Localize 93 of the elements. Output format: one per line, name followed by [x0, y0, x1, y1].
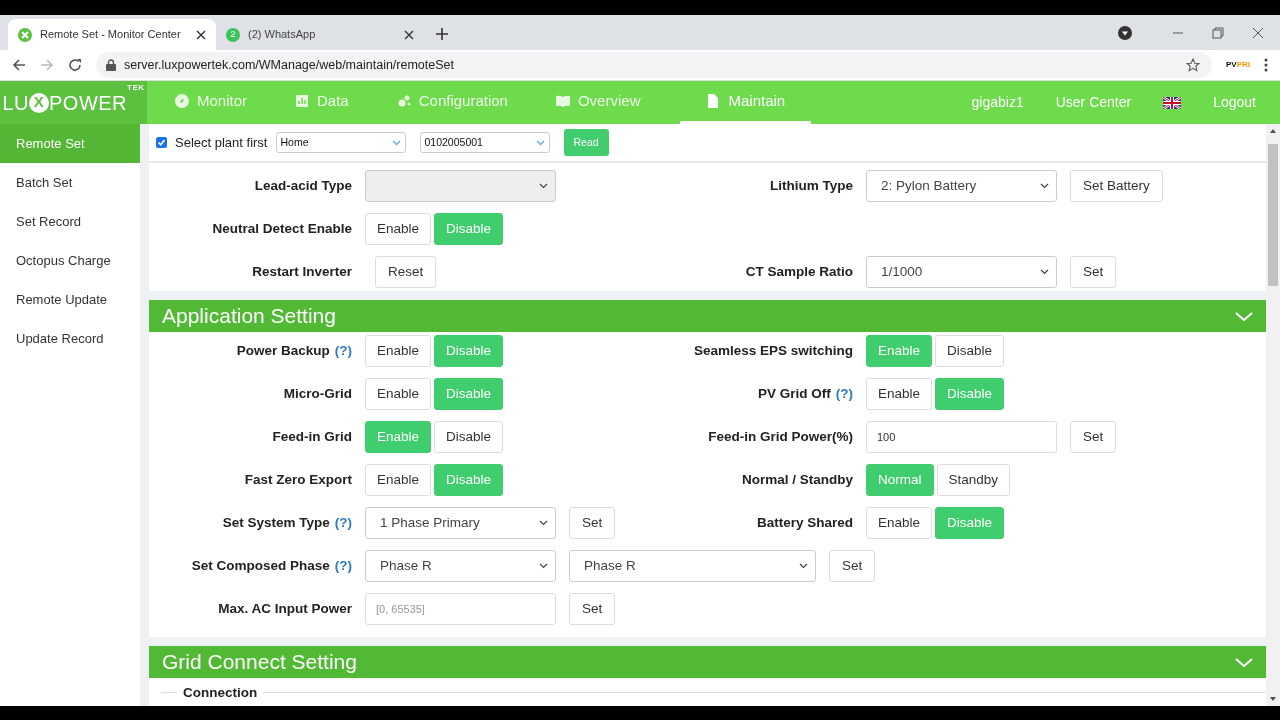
setting-label: Micro-Grid — [282, 384, 352, 403]
close-icon[interactable] — [196, 29, 206, 40]
help-link[interactable]: (?) — [334, 557, 352, 573]
close-icon[interactable] — [1252, 26, 1264, 39]
sidebar-item[interactable]: Batch Set — [0, 163, 140, 202]
setting-label: Restart Inverter — [251, 262, 352, 281]
set-button[interactable]: Set Battery — [1070, 170, 1163, 202]
extension-button[interactable]: PVPRI — [1226, 59, 1250, 71]
notification-badge: 2 — [226, 27, 240, 42]
setting-label: Lead-acid Type — [253, 176, 352, 195]
toggle-button[interactable]: Standby — [936, 464, 1011, 496]
chevron-down-icon — [391, 139, 401, 146]
browser-tab[interactable]: Remote Set - Monitor Center — [8, 19, 216, 50]
help-link[interactable]: (?) — [334, 342, 352, 358]
input-field[interactable]: [0, 65535] — [365, 593, 556, 625]
scrollbar-thumb[interactable] — [1268, 144, 1278, 286]
checkbox-label: Select plant first — [175, 133, 268, 152]
menu-icon[interactable] — [1264, 58, 1268, 72]
scroll-down-icon[interactable] — [1269, 696, 1277, 702]
setting-label: Feed-in Grid Power(%) — [707, 427, 853, 446]
book-icon — [555, 94, 570, 108]
set-button[interactable]: Set — [829, 550, 876, 582]
chevron-down-icon — [799, 563, 808, 569]
close-icon[interactable] — [404, 29, 414, 40]
checkbox[interactable] — [156, 137, 167, 148]
restore-icon[interactable] — [1212, 26, 1224, 39]
set-button[interactable]: Set — [569, 507, 616, 539]
toggle-button[interactable]: Disable — [434, 421, 504, 453]
lock-icon — [106, 59, 116, 71]
gauge-icon — [175, 94, 189, 108]
back-icon[interactable] — [12, 58, 26, 72]
set-button[interactable]: Set — [1070, 421, 1117, 453]
new-tab-icon[interactable] — [436, 28, 448, 40]
dropdown[interactable]: 1 Phase Primary — [365, 507, 556, 539]
reload-icon[interactable] — [68, 58, 82, 72]
setting-label: CT Sample Ratio — [744, 262, 853, 281]
setting-label: Normal / Standby — [740, 470, 853, 489]
chevron-down-icon — [539, 183, 548, 189]
dropdown[interactable]: Phase R — [365, 550, 556, 582]
toggle-button[interactable]: Enable — [365, 378, 432, 410]
dropdown-icon[interactable] — [1118, 25, 1132, 40]
sidebar-item[interactable]: Octopus Charge — [0, 241, 140, 280]
star-icon[interactable] — [1186, 58, 1200, 72]
site-favicon-icon — [18, 27, 32, 42]
chevron-down-icon — [1040, 269, 1049, 275]
tab-title: (2) WhatsApp — [248, 27, 317, 43]
dropdown[interactable]: Phase R — [569, 550, 816, 582]
setting-label: Power Backup (?) — [235, 341, 352, 360]
setting-label: Max. AC Input Power — [217, 599, 352, 618]
tab-title: Remote Set - Monitor Center — [40, 27, 182, 43]
toggle-button[interactable]: Disable — [935, 335, 1005, 367]
extension-label: PRI — [1236, 59, 1250, 71]
sidebar-item[interactable]: Remote Update — [0, 280, 140, 319]
set-button[interactable]: Set — [569, 593, 616, 625]
set-button[interactable]: Reset — [375, 256, 437, 288]
setting-label: Lithium Type — [769, 176, 853, 195]
chevron-down-icon — [1040, 183, 1049, 189]
dots-icon — [396, 94, 411, 108]
setting-label: Set System Type (?) — [221, 513, 352, 532]
extension-label: PV — [1226, 59, 1237, 71]
toggle-button[interactable]: Enable — [866, 378, 933, 410]
toggle-button[interactable]: Enable — [365, 213, 432, 245]
setting-label: PV Grid Off (?) — [757, 384, 853, 403]
section-title: Application Setting — [162, 303, 336, 330]
dropdown[interactable]: Home — [275, 132, 406, 153]
dropdown[interactable]: 2: Pylon Battery — [866, 170, 1057, 202]
section-title: Grid Connect Setting — [162, 649, 357, 676]
sidebar-item[interactable]: Set Record — [0, 202, 140, 241]
chevron-down-icon — [539, 563, 548, 569]
help-link[interactable]: (?) — [835, 385, 853, 401]
flag-icon[interactable] — [1163, 96, 1182, 109]
toggle-button[interactable]: Enable — [365, 464, 432, 496]
address-bar[interactable]: server.luxpowertek.com/WManage/web/maintain/remoteSet — [96, 52, 1212, 78]
bar-chart-icon — [295, 94, 310, 108]
setting-label: Neutral Detect Enable — [211, 219, 352, 238]
document-icon — [706, 94, 721, 108]
toggle-button[interactable]: Enable — [866, 507, 933, 539]
setting-label: Seamless EPS switching — [692, 341, 853, 360]
setting-label: Set Composed Phase (?) — [190, 556, 352, 575]
chevron-down-icon — [535, 139, 545, 146]
setting-label: Feed-in Grid — [271, 427, 352, 446]
set-button[interactable]: Set — [1070, 256, 1117, 288]
sidebar-item[interactable]: Update Record — [0, 319, 140, 358]
scroll-up-icon[interactable] — [1269, 128, 1277, 134]
input-field[interactable]: 100 — [866, 421, 1057, 453]
chevron-down-icon — [539, 520, 548, 526]
setting-label: Fast Zero Export — [243, 470, 352, 489]
dropdown[interactable]: 0102005001 — [419, 132, 550, 153]
toggle-button[interactable]: Enable — [365, 335, 432, 367]
dropdown[interactable]: 1/1000 — [866, 256, 1057, 288]
setting-label: Battery Shared — [755, 513, 853, 532]
url-text: server.luxpowertek.com/WManage/web/maintain/remoteSet — [124, 56, 455, 74]
help-link[interactable]: (?) — [334, 514, 352, 530]
